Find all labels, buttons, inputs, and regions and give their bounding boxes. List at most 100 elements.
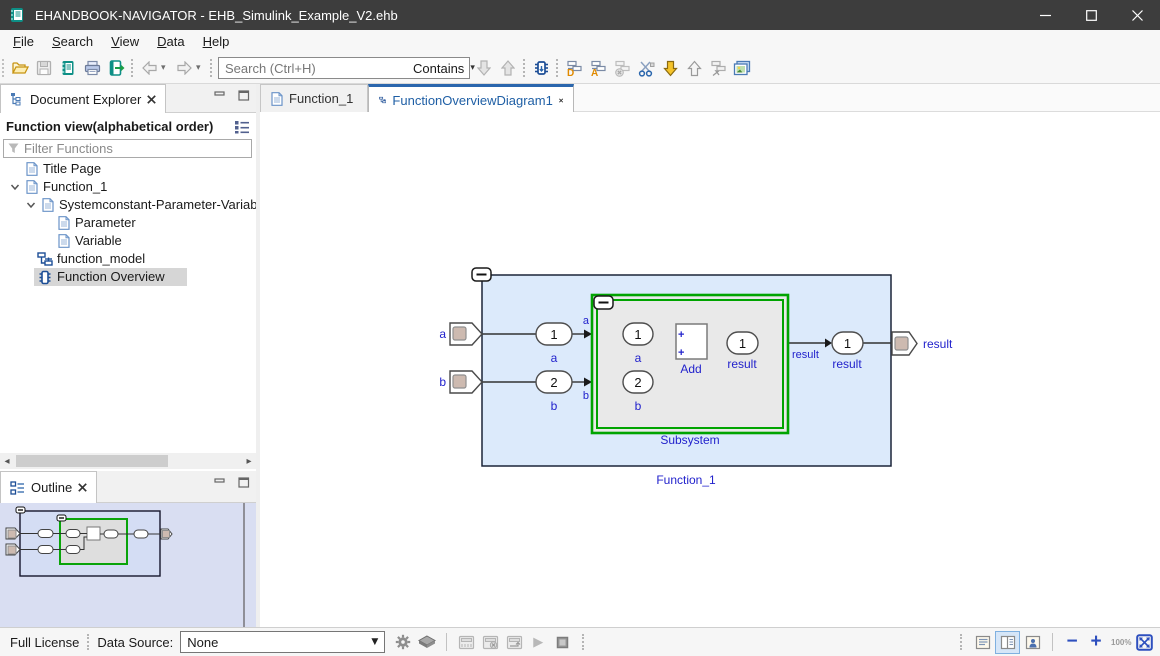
forward-history-caret[interactable]: ▾	[196, 63, 207, 73]
outline-scrollbar[interactable]	[243, 503, 245, 627]
external-input-port-b[interactable]	[450, 371, 482, 393]
ecu-chip-button[interactable]	[415, 631, 439, 653]
scroll-left-icon[interactable]: ◂	[0, 456, 14, 467]
subsystem-outport-result[interactable]: 1	[727, 332, 758, 354]
tree-item-systemconstant[interactable]: Systemconstant-Parameter-Variable-C	[0, 196, 256, 214]
fit-to-view-button[interactable]	[1132, 631, 1156, 653]
scroll-right-icon[interactable]: ▸	[242, 456, 256, 467]
chevron-expanded-icon[interactable]	[9, 181, 21, 193]
external-input-port-a[interactable]	[450, 323, 482, 345]
search-input[interactable]	[219, 59, 401, 77]
measurement-icon	[458, 635, 475, 650]
filter-functions-input[interactable]	[24, 141, 251, 156]
minimize-panel-icon[interactable]	[214, 477, 226, 488]
measure-stop-button[interactable]	[478, 631, 502, 653]
tab-document-explorer[interactable]: Document Explorer	[0, 84, 166, 113]
menu-search[interactable]: Search	[43, 32, 102, 51]
search-mode-dropdown[interactable]: Contains ▾	[405, 61, 481, 76]
window-maximize-button[interactable]	[1068, 0, 1114, 30]
tree-item-parameter[interactable]: Parameter	[0, 214, 256, 232]
inport-block-2[interactable]: 2	[536, 371, 572, 393]
split-view-button[interactable]	[995, 631, 1020, 654]
status-separator	[582, 634, 584, 650]
view-menu-icon[interactable]	[234, 120, 250, 134]
measure-button[interactable]	[454, 631, 478, 653]
data-source-settings-button[interactable]	[391, 631, 415, 653]
external-output-port-result[interactable]	[892, 332, 917, 355]
collapse-badge-function-1[interactable]	[472, 268, 491, 281]
zoom-100-button[interactable]: 100%	[1108, 631, 1132, 653]
tree-item-label: Parameter	[75, 215, 136, 230]
tab-outline[interactable]: Outline	[0, 471, 97, 503]
close-icon[interactable]	[147, 95, 156, 104]
maximize-panel-icon[interactable]	[238, 90, 250, 101]
tree-horizontal-scrollbar[interactable]: ◂ ▸	[0, 453, 256, 469]
measure-stop-square-button[interactable]	[550, 631, 574, 653]
collapse-all-button[interactable]	[706, 56, 730, 80]
person-view-button[interactable]	[1020, 631, 1045, 654]
close-icon[interactable]	[559, 96, 563, 105]
save-button[interactable]	[32, 56, 56, 80]
close-icon[interactable]	[78, 483, 87, 492]
tab-function-1[interactable]: Function_1	[260, 84, 368, 112]
navigate-back-button[interactable]	[137, 56, 161, 80]
document-view-icon	[975, 635, 991, 650]
print-icon	[84, 60, 101, 76]
handbook-manager-button[interactable]	[56, 56, 80, 80]
subsystem-inport-2[interactable]: 2	[623, 371, 653, 393]
tab-function-overview-diagram1[interactable]: FunctionOverviewDiagram1	[368, 84, 574, 113]
document-icon	[26, 180, 38, 194]
move-down-button[interactable]	[658, 56, 682, 80]
menu-view[interactable]: View	[102, 32, 148, 51]
search-next-button[interactable]	[472, 56, 496, 80]
zoom-out-button[interactable]: −	[1060, 631, 1084, 653]
inport-block-1[interactable]: 1	[536, 323, 572, 345]
cut-path-button[interactable]	[634, 56, 658, 80]
outport-block-result[interactable]: 1	[832, 332, 863, 354]
maximize-panel-icon[interactable]	[238, 477, 250, 488]
tree-item-function-model[interactable]: function_model	[0, 250, 256, 268]
diagram-canvas[interactable]: 1 2 1 2 + +	[260, 112, 1160, 627]
menu-help[interactable]: Help	[194, 32, 239, 51]
single-page-view-button[interactable]	[970, 631, 995, 654]
function-overview-button[interactable]	[529, 56, 553, 80]
export-handbook-button[interactable]	[104, 56, 128, 80]
subsystem-inport-1[interactable]: 1	[623, 323, 653, 345]
window-close-button[interactable]	[1114, 0, 1160, 30]
zoom-in-button[interactable]: +	[1084, 631, 1108, 653]
measure-config-button[interactable]	[502, 631, 526, 653]
status-separator	[960, 634, 962, 650]
add-block[interactable]: + +	[676, 324, 707, 359]
expand-depth-button[interactable]: D	[562, 56, 586, 80]
tree-item-function-1[interactable]: Function_1	[0, 178, 256, 196]
scrollbar-thumb[interactable]	[16, 455, 168, 467]
tree-item-title-page[interactable]: Title Page	[0, 160, 256, 178]
open-handbook-button[interactable]	[8, 56, 32, 80]
tree-item-variable[interactable]: Variable	[0, 232, 256, 250]
collapse-badge-subsystem[interactable]	[594, 296, 613, 309]
zoom-out-icon: −	[1061, 631, 1083, 653]
expand-all-button[interactable]: A	[586, 56, 610, 80]
label-output-result: result	[923, 337, 953, 351]
minimize-panel-icon[interactable]	[214, 90, 226, 101]
chevron-expanded-icon[interactable]	[25, 199, 37, 211]
measure-play-button[interactable]: ▶	[526, 631, 550, 653]
navigate-forward-button[interactable]	[172, 56, 196, 80]
window-minimize-button[interactable]	[1022, 0, 1068, 30]
print-button[interactable]	[80, 56, 104, 80]
back-history-caret[interactable]: ▾	[161, 63, 172, 73]
tree-collapse-disabled-icon	[613, 60, 631, 77]
move-up-button[interactable]	[682, 56, 706, 80]
menu-data[interactable]: Data	[148, 32, 193, 51]
svg-text:+: +	[678, 329, 684, 341]
menu-file[interactable]: File	[4, 32, 43, 51]
tree-collapse-all-icon	[709, 60, 727, 77]
document-icon	[58, 216, 70, 230]
carousel-view-button[interactable]	[730, 56, 754, 80]
outline-thumbnail[interactable]	[0, 503, 256, 627]
tree-item-function-overview[interactable]: Function Overview	[0, 268, 256, 286]
data-source-select[interactable]: None ▼	[180, 631, 385, 653]
collapse-button[interactable]	[610, 56, 634, 80]
search-previous-button[interactable]	[496, 56, 520, 80]
label-port-b: b	[551, 399, 558, 413]
